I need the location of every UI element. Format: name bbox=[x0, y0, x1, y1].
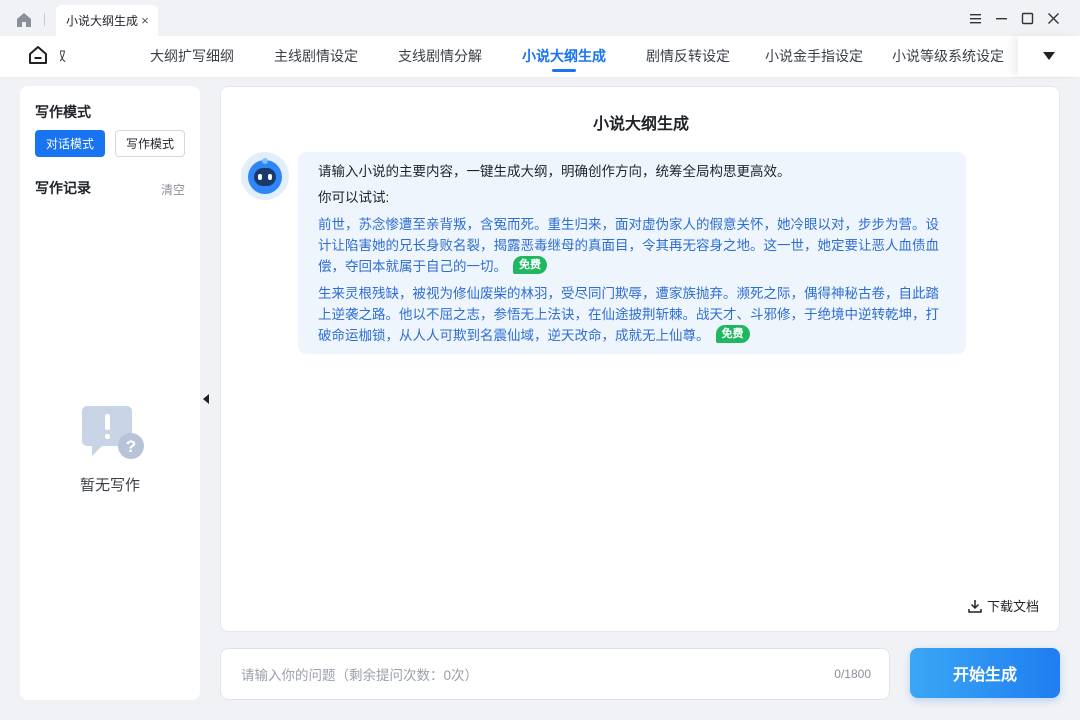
caret-left-icon bbox=[203, 394, 209, 404]
document-tab-title: 小说大纲生成 bbox=[66, 14, 139, 28]
home-icon[interactable] bbox=[15, 11, 33, 29]
caret-down-icon bbox=[1043, 52, 1055, 60]
tab-level-system[interactable]: 小说等级系统设定 bbox=[878, 36, 1018, 76]
example-prompt-text: 前世，苏念惨遭至亲背叛，含冤而死。重生归来，面对虚伪家人的假意关怀，她冷眼以对，… bbox=[318, 217, 939, 274]
close-icon[interactable] bbox=[1040, 5, 1066, 31]
free-badge: 免费 bbox=[715, 325, 750, 343]
window-controls bbox=[962, 0, 1080, 36]
chat-mode-button[interactable]: 对话模式 bbox=[35, 130, 105, 157]
empty-state-text: 暂无写作 bbox=[79, 477, 140, 494]
main-panel: 小说大纲生成 请输入小说的主要内容，一键生成大纲，明确创作方向，统筹全局构思更高… bbox=[220, 86, 1060, 632]
example-prompt-2[interactable]: 生来灵根残缺，被视为修仙废柴的林羽，受尽同门欺辱，遭家族抛弃。濒死之际，偶得神秘… bbox=[318, 283, 946, 346]
minimize-icon[interactable] bbox=[988, 5, 1014, 31]
title-bar: 小说大纲生成 × bbox=[0, 0, 1080, 38]
download-icon bbox=[968, 599, 982, 613]
write-mode-button[interactable]: 写作模式 bbox=[115, 130, 185, 157]
example-prompt-text: 生来灵根残缺，被视为修仙废柴的林羽，受尽同门欺辱，遭家族抛弃。濒死之际，偶得神秘… bbox=[318, 286, 939, 343]
tab-outline-expand[interactable]: 大纲扩写细纲 bbox=[130, 36, 254, 76]
assistant-intro-text: 请输入小说的主要内容，一键生成大纲，明确创作方向，统筹全局构思更高效。 bbox=[318, 164, 791, 179]
assistant-message-bubble: 请输入小说的主要内容，一键生成大纲，明确创作方向，统筹全局构思更高效。 你可以试… bbox=[298, 152, 966, 354]
example-prompt-1[interactable]: 前世，苏念惨遭至亲背叛，含冤而死。重生归来，面对虚伪家人的假意关怀，她冷眼以对，… bbox=[318, 214, 946, 277]
robot-avatar-icon bbox=[241, 152, 289, 200]
page-title: 小说大纲生成 bbox=[592, 116, 689, 133]
download-document-button[interactable]: 下载文档 bbox=[967, 596, 1039, 615]
question-input-box: 0/1800 bbox=[220, 648, 890, 700]
menu-icon[interactable] bbox=[962, 5, 988, 31]
collapse-sidebar-handle[interactable] bbox=[200, 384, 212, 414]
start-generate-button[interactable]: 开始生成 bbox=[910, 648, 1060, 698]
empty-state-icon: ? bbox=[80, 404, 146, 462]
sidebar: 写作模式 对话模式 写作模式 写作记录 清空 ? 暂无写作 bbox=[20, 86, 200, 700]
tab-golden-finger[interactable]: 小说金手指设定 bbox=[750, 36, 878, 76]
tab-close-icon[interactable]: × bbox=[138, 13, 152, 28]
nav-tabs: 提取 大纲扩写细纲 主线剧情设定 支线剧情分解 小说大纲生成 剧情反转设定 小说… bbox=[60, 36, 1018, 76]
download-label: 下载文档 bbox=[986, 599, 1039, 614]
maximize-icon[interactable] bbox=[1014, 5, 1040, 31]
writing-mode-title: 写作模式 bbox=[35, 104, 91, 120]
tab-main-plot[interactable]: 主线剧情设定 bbox=[254, 36, 378, 76]
char-counter: 0/1800 bbox=[834, 667, 871, 681]
tab-extract[interactable]: 提取 bbox=[60, 36, 130, 76]
title-separator bbox=[44, 13, 45, 26]
tab-subplot[interactable]: 支线剧情分解 bbox=[378, 36, 502, 76]
try-label: 你可以试试: bbox=[318, 190, 390, 205]
svg-text:?: ? bbox=[126, 437, 136, 456]
home-outline-icon[interactable] bbox=[27, 44, 49, 66]
more-tabs-button[interactable] bbox=[1018, 36, 1080, 76]
free-badge: 免费 bbox=[513, 256, 547, 274]
tab-plot-twist[interactable]: 剧情反转设定 bbox=[626, 36, 750, 76]
tab-novel-outline[interactable]: 小说大纲生成 bbox=[502, 36, 626, 76]
feature-nav-bar: 提取 大纲扩写细纲 主线剧情设定 支线剧情分解 小说大纲生成 剧情反转设定 小说… bbox=[0, 36, 1080, 78]
writing-records-title: 写作记录 bbox=[35, 180, 91, 196]
clear-records-button[interactable]: 清空 bbox=[161, 181, 185, 198]
question-input[interactable] bbox=[241, 664, 801, 686]
document-tab[interactable]: 小说大纲生成 × bbox=[56, 5, 158, 36]
